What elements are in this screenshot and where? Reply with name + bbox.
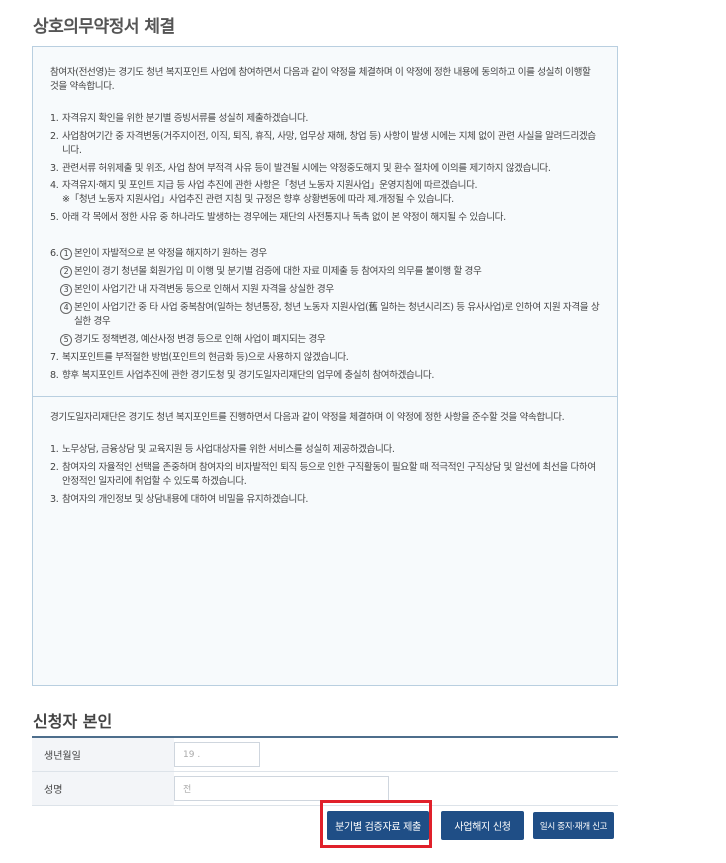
list-item: 1. 노무상담, 금융상담 및 교육지원 등 사업대상자를 위한 서비스를 성실히… <box>50 444 395 456</box>
list-item: 5. 아래 각 목에서 정한 사유 중 하나라도 발생하는 경우에는 재단의 사전… <box>50 212 506 224</box>
list-item: 3. 관련서류 허위제출 및 위조, 사업 참여 부적격 사유 등이 발견될 시에… <box>50 162 551 174</box>
foundation-intro: 경기도일자리재단은 경기도 청년 복지포인트를 진행하면서 다음과 같이 약정을… <box>50 412 565 424</box>
participant-intro: 참여자(전선영)는 경기도 청년 복지포인트 사업에 참여하면서 다음과 같이 … <box>50 67 591 92</box>
list-item: 8. 향후 복지포인트 사업추진에 관한 경기도청 및 경기도일자리재단의 업무에… <box>50 369 434 381</box>
section-title: 상호의무약정서 체결 <box>33 17 175 37</box>
list-item: 5 경기도 정책변경, 예산사정 변경 등으로 인해 사업이 폐지되는 경우 <box>50 333 600 347</box>
circled-number-icon: 2 <box>60 266 72 279</box>
list-item: 6. 1 본인이 자발적으로 본 약정을 해지하기 원하는 경우 <box>50 248 267 261</box>
list-item: 2. 사업참여기간 중 자격변동(거주지이전, 이직, 퇴직, 휴직, 사망, 업… <box>50 130 596 156</box>
birth-row: 생년월일 19 . <box>32 738 618 772</box>
circled-number-icon: 3 <box>60 283 72 296</box>
item6-sublist: 6. 1 본인이 자발적으로 본 약정을 해지하기 원하는 경우 2 본인이 경기 청… <box>50 247 600 346</box>
note-text: ※「청년 노동자 지원사업」사업추진 관련 지침 및 규정은 향후 상황변동에 … <box>62 194 454 206</box>
highlight-box <box>320 800 432 848</box>
pause-resume-button[interactable]: 일시 중지·재개 신고 <box>533 812 614 839</box>
list-item: 3. 참여자의 개인정보 및 상담내용에 대하여 비밀을 유지하겠습니다. <box>50 494 309 506</box>
circled-number-icon: 5 <box>60 333 72 346</box>
list-item: 1. 자격유지 확인을 위한 분기별 증빙서류를 성실히 제출하겠습니다. <box>50 112 309 124</box>
circled-number-icon: 4 <box>60 301 72 314</box>
agreement-box: 참여자(전선영)는 경기도 청년 복지포인트 사업에 참여하면서 다음과 같이 … <box>32 46 618 686</box>
divider <box>33 396 617 398</box>
participant-list: 1. 자격유지 확인을 위한 분기별 증빙서류를 성실히 제출하겠습니다. 2. 사… <box>50 112 600 225</box>
list-item: 4. 자격유지·해지 및 포인트 지급 등 사업 추진에 관한 사항은「청년 노동… <box>50 179 600 207</box>
circled-number-icon: 1 <box>60 248 72 261</box>
applicant-title: 신청자 본인 <box>33 712 113 731</box>
list-item: 7. 복지포인트를 부적절한 방법(포인트의 현금화 등)으로 사용하지 않겠습니… <box>50 351 349 363</box>
list-item: 4 본인이 사업기간 중 타 사업 중복참여(일하는 청년통장, 청년 노동자 지… <box>50 301 600 329</box>
applicant-table: 생년월일 19 . 성명 전 <box>32 736 618 806</box>
list-item: 2. 참여자의 자율적인 선택을 존중하며 참여자의 비자발적인 퇴직 등으로 인… <box>50 462 596 488</box>
name-input[interactable]: 전 <box>174 776 389 801</box>
list-item: 3 본인이 사업기간 내 자격변동 등으로 인해서 지원 자격을 상실한 경우 <box>50 283 600 297</box>
foundation-list: 1. 노무상담, 금융상담 및 교육지원 등 사업대상자를 위한 서비스를 성실히… <box>50 443 600 507</box>
list-item: 2 본인이 경기 청년몰 회원가입 미 이행 및 분기별 검증에 대한 자료 미제… <box>50 265 600 279</box>
cancel-program-button[interactable]: 사업해지 신청 <box>441 811 524 840</box>
participant-list-tail: 7. 복지포인트를 부적절한 방법(포인트의 현금화 등)으로 사용하지 않겠습니… <box>50 351 600 383</box>
name-label: 성명 <box>32 772 174 805</box>
birth-label: 생년월일 <box>32 738 174 771</box>
birth-input[interactable]: 19 . <box>174 742 260 767</box>
